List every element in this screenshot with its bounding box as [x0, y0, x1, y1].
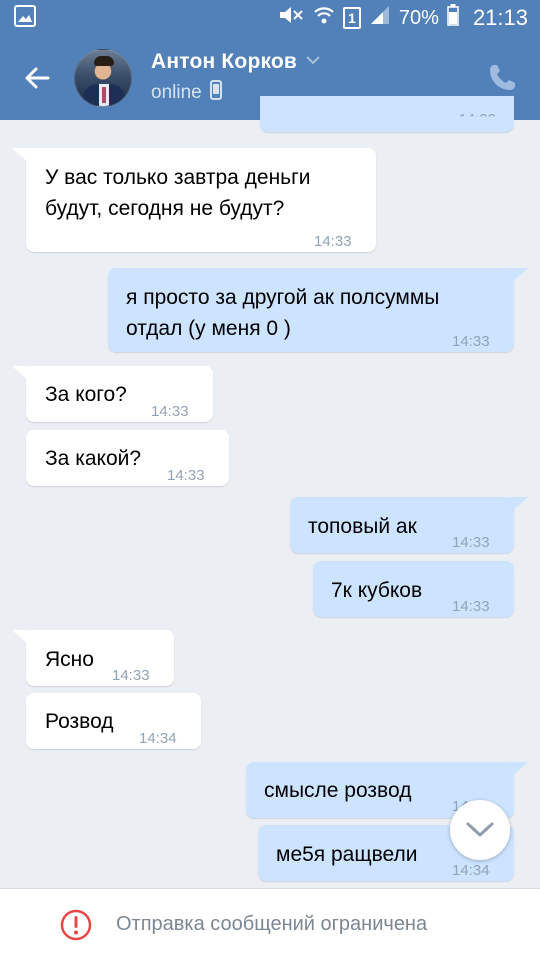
warning-icon [60, 909, 92, 941]
message-text: я просто за другой ак полсуммы [126, 286, 440, 309]
message-text: За кого? [45, 383, 127, 406]
contact-name: Антон Корков [151, 50, 298, 73]
message-outgoing[interactable]: топовый ак 14:33 [290, 497, 514, 553]
avatar[interactable] [74, 49, 132, 107]
message-text: будут, сегодня не будут? [45, 197, 285, 220]
message-text: отдал (у меня 0 ) [126, 317, 291, 340]
bubble-tail [12, 366, 30, 382]
bubble-tail [510, 762, 528, 778]
bubble-tail [12, 148, 30, 164]
message-text: смысле розвод [264, 779, 412, 802]
scroll-to-bottom-button[interactable] [450, 800, 510, 860]
arrow-left-icon [25, 67, 50, 89]
message-text: Розвод [45, 710, 114, 733]
bubble-tail [510, 268, 528, 284]
bubble-tail [12, 630, 30, 646]
message-incoming[interactable]: У вас только завтра деньги будут, сегодн… [26, 148, 376, 252]
message-text: 7к кубков [331, 579, 423, 602]
message-incoming[interactable]: За какой? 14:33 [26, 430, 229, 486]
message-time: 14:33 [151, 403, 189, 420]
clock: 21:13 [472, 5, 528, 30]
mute-icon [277, 4, 305, 32]
back-button[interactable] [0, 36, 74, 120]
message-outgoing[interactable]: 7к кубков 14:33 [313, 561, 514, 617]
bubble-tail [510, 497, 528, 513]
mobile-phone-icon [209, 80, 222, 106]
message-outgoing[interactable]: я просто за другой ак полсуммы отдал (у … [108, 268, 514, 352]
messaging-restricted-notice: Отправка сообщений ограничена [116, 913, 428, 935]
status-bar: 1 70% 21:13 [0, 0, 540, 36]
compose-restricted-bar: Отправка сообщений ограничена [0, 888, 540, 960]
message-time: 14:32 [458, 111, 496, 128]
message-incoming[interactable]: Розвод 14:34 [26, 693, 201, 749]
message-time: 14:33 [314, 233, 352, 250]
message-time: 14:33 [112, 667, 150, 684]
sim-icon: 1 [342, 7, 361, 29]
message-text: ме5я ращвели [276, 843, 418, 866]
signal-icon [369, 4, 391, 32]
message-incoming[interactable]: Ясно 14:33 [26, 630, 174, 686]
wifi-icon [313, 4, 335, 32]
battery-icon [447, 4, 459, 32]
message-incoming[interactable]: За кого? 14:33 [26, 366, 213, 422]
message-text: За какой? [45, 447, 142, 470]
phone-icon [490, 65, 515, 90]
message-time: 14:33 [167, 467, 205, 484]
message-text: топовый ак [308, 515, 417, 538]
chevron-down-icon [466, 822, 494, 837]
message-outgoing[interactable]: 14:32 [260, 96, 514, 132]
presence-status: online [151, 82, 202, 103]
message-text: Ясно [45, 648, 94, 671]
gallery-notification-icon [14, 4, 36, 32]
message-time: 14:33 [452, 333, 490, 350]
chevron-down-icon [305, 53, 321, 71]
message-time: 14:34 [139, 730, 177, 747]
message-time: 14:33 [452, 598, 490, 615]
battery-percent: 70% [398, 6, 439, 29]
message-text: У вас только завтра деньги [45, 166, 311, 189]
message-time: 14:33 [452, 534, 490, 551]
call-button[interactable] [486, 62, 518, 94]
